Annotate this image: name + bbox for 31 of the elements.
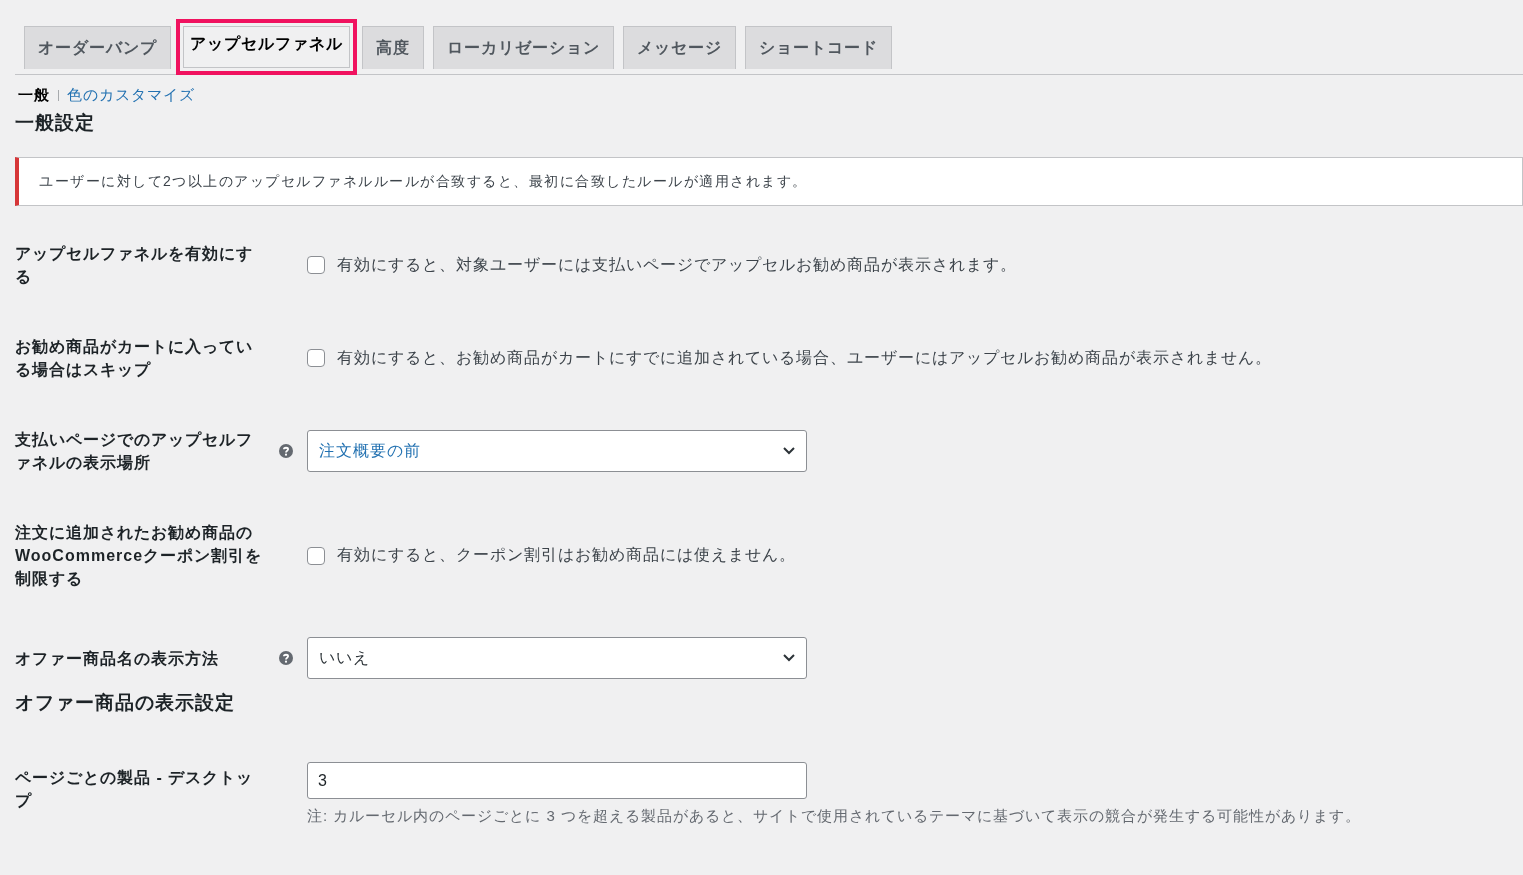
tab[interactable]: アップセルファネル <box>176 19 357 75</box>
checkbox-description: 有効にすると、対象ユーザーには支払いページでアップセルお勧め商品が表示されます。 <box>337 254 1017 275</box>
checkbox[interactable] <box>307 546 325 565</box>
checkbox[interactable] <box>307 256 325 274</box>
dropdown[interactable]: 注文概要の前 <box>307 430 807 472</box>
number-field[interactable]: 3 <box>307 762 807 799</box>
subnav-link[interactable]: 一般 <box>18 86 50 105</box>
section-heading: 一般設定 <box>15 111 96 135</box>
setting-label: 注文に追加されたお勧め商品のWooCommerceクーポン割引を制限する <box>15 523 264 589</box>
setting-label: オファー商品名の表示方法 <box>15 648 220 669</box>
subnav-link[interactable]: 色のカスタマイズ <box>67 86 195 105</box>
chevron-down-icon <box>782 653 796 663</box>
setting-label: 支払いページでのアップセルファネルの表示場所 <box>15 430 254 473</box>
subsection-heading: オファー商品の表示設定 <box>15 691 235 715</box>
tab[interactable]: ショートコード <box>745 26 892 69</box>
setting-label: ページごとの製品 - デスクトップ <box>15 768 255 811</box>
tab[interactable]: 高度 <box>362 26 424 69</box>
field-note: 注: カルーセル内のページごとに 3 つを超える製品があると、サイトで使用されているテーマに基づいて表示の競合が発生する可能性があります。 <box>307 807 1362 826</box>
checkbox-description: 有効にすると、お勧め商品がカートにすでに追加されている場合、ユーザーにはアップセルお勧め商品が表示されません。 <box>337 347 1272 368</box>
notice-text: ユーザーに対して2つ以上のアップセルファネルルールが合致すると、最初に合致したルールが適用されます。 <box>39 172 808 191</box>
tab[interactable]: ローカリゼーション <box>433 26 614 69</box>
help-icon[interactable] <box>279 651 293 665</box>
dropdown[interactable]: いいえ <box>307 637 807 679</box>
setting-label: アップセルファネルを有効にする <box>15 244 254 287</box>
setting-label: お勧め商品がカートに入っている場合はスキップ <box>15 337 254 380</box>
chevron-down-icon <box>782 446 796 456</box>
tab[interactable]: オーダーバンプ <box>24 26 171 69</box>
tab[interactable]: メッセージ <box>623 26 736 69</box>
checkbox-description: 有効にすると、クーポン割引はお勧め商品には使えません。 <box>337 545 796 565</box>
checkbox[interactable] <box>307 349 325 367</box>
help-icon[interactable] <box>279 444 293 458</box>
